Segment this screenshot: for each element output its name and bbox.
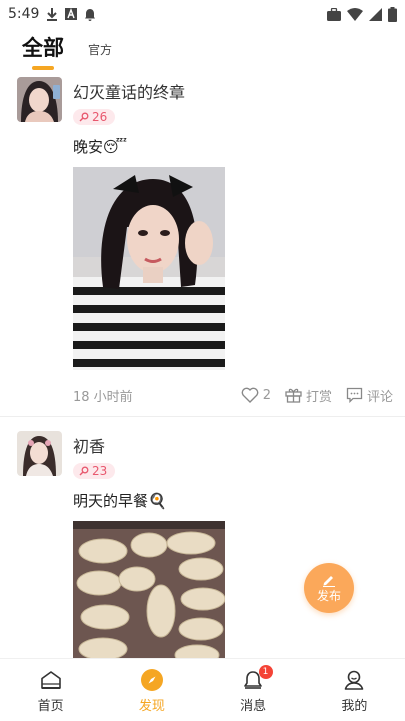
nav-discover-label: 发现 — [138, 698, 165, 714]
avatar[interactable] — [17, 431, 62, 476]
comment-label: 评论 — [366, 389, 393, 405]
pencil-icon — [323, 575, 335, 587]
avatar[interactable] — [17, 77, 62, 122]
category-tabs: 全部 官方 — [0, 28, 405, 72]
level-value: 26 — [92, 110, 108, 124]
post-footer: 18 小时前 2 打赏 评论 — [73, 384, 393, 406]
level-value: 23 — [92, 464, 108, 478]
bottom-nav: 首页 发现 1 消息 我的 — [0, 658, 405, 721]
notification-icon — [84, 8, 96, 21]
reward-button[interactable]: 打赏 — [285, 386, 332, 405]
heart-icon — [241, 387, 259, 403]
nav-profile[interactable]: 我的 — [304, 659, 405, 721]
nav-messages-label: 消息 — [240, 698, 267, 714]
nav-home[interactable]: 首页 — [0, 659, 101, 721]
tab-all[interactable]: 全部 — [22, 32, 64, 72]
nav-discover[interactable]: 发现 — [101, 659, 202, 721]
level-icon — [79, 466, 89, 476]
notification-badge: 1 — [258, 665, 273, 679]
level-badge: 23 — [73, 463, 116, 479]
like-button[interactable]: 2 — [241, 387, 271, 403]
reward-label: 打赏 — [305, 389, 332, 405]
level-icon — [79, 112, 89, 122]
publish-button[interactable]: 发布 — [304, 563, 354, 613]
post-text: 晚安😴 — [73, 138, 128, 156]
comment-icon — [346, 387, 363, 403]
nav-messages[interactable]: 1 消息 — [203, 659, 304, 721]
home-icon — [38, 667, 64, 693]
compass-icon — [139, 667, 165, 693]
like-count: 2 — [262, 387, 271, 403]
nav-home-label: 首页 — [37, 698, 64, 714]
nav-profile-label: 我的 — [341, 698, 368, 714]
publish-label: 发布 — [316, 588, 341, 603]
post-image[interactable] — [73, 521, 225, 658]
battery-icon — [388, 6, 397, 22]
briefcase-icon — [327, 7, 341, 21]
post-username[interactable]: 幻灭童话的终章 — [73, 79, 393, 103]
level-badge: 26 — [73, 109, 116, 125]
signal-icon — [369, 7, 382, 21]
comment-button[interactable]: 评论 — [346, 386, 393, 405]
wifi-icon — [347, 7, 363, 21]
person-icon — [341, 667, 367, 693]
post-username[interactable]: 初香 — [73, 433, 393, 457]
post-item: 初香 23 明天的早餐🍳 — [0, 417, 405, 658]
tab-official[interactable]: 官方 — [88, 41, 112, 72]
gift-icon — [285, 388, 302, 403]
post-time: 18 小时前 — [73, 389, 133, 405]
a-box-icon — [65, 8, 78, 20]
status-bar: 5:49 — [0, 0, 405, 28]
download-icon — [46, 7, 58, 21]
post-image[interactable] — [73, 167, 225, 374]
post-text: 明天的早餐🍳 — [73, 492, 167, 510]
status-time: 5:49 — [8, 6, 40, 22]
post-item: 幻灭童话的终章 26 晚安😴 18 小时前 2 打赏 评论 — [0, 72, 405, 417]
